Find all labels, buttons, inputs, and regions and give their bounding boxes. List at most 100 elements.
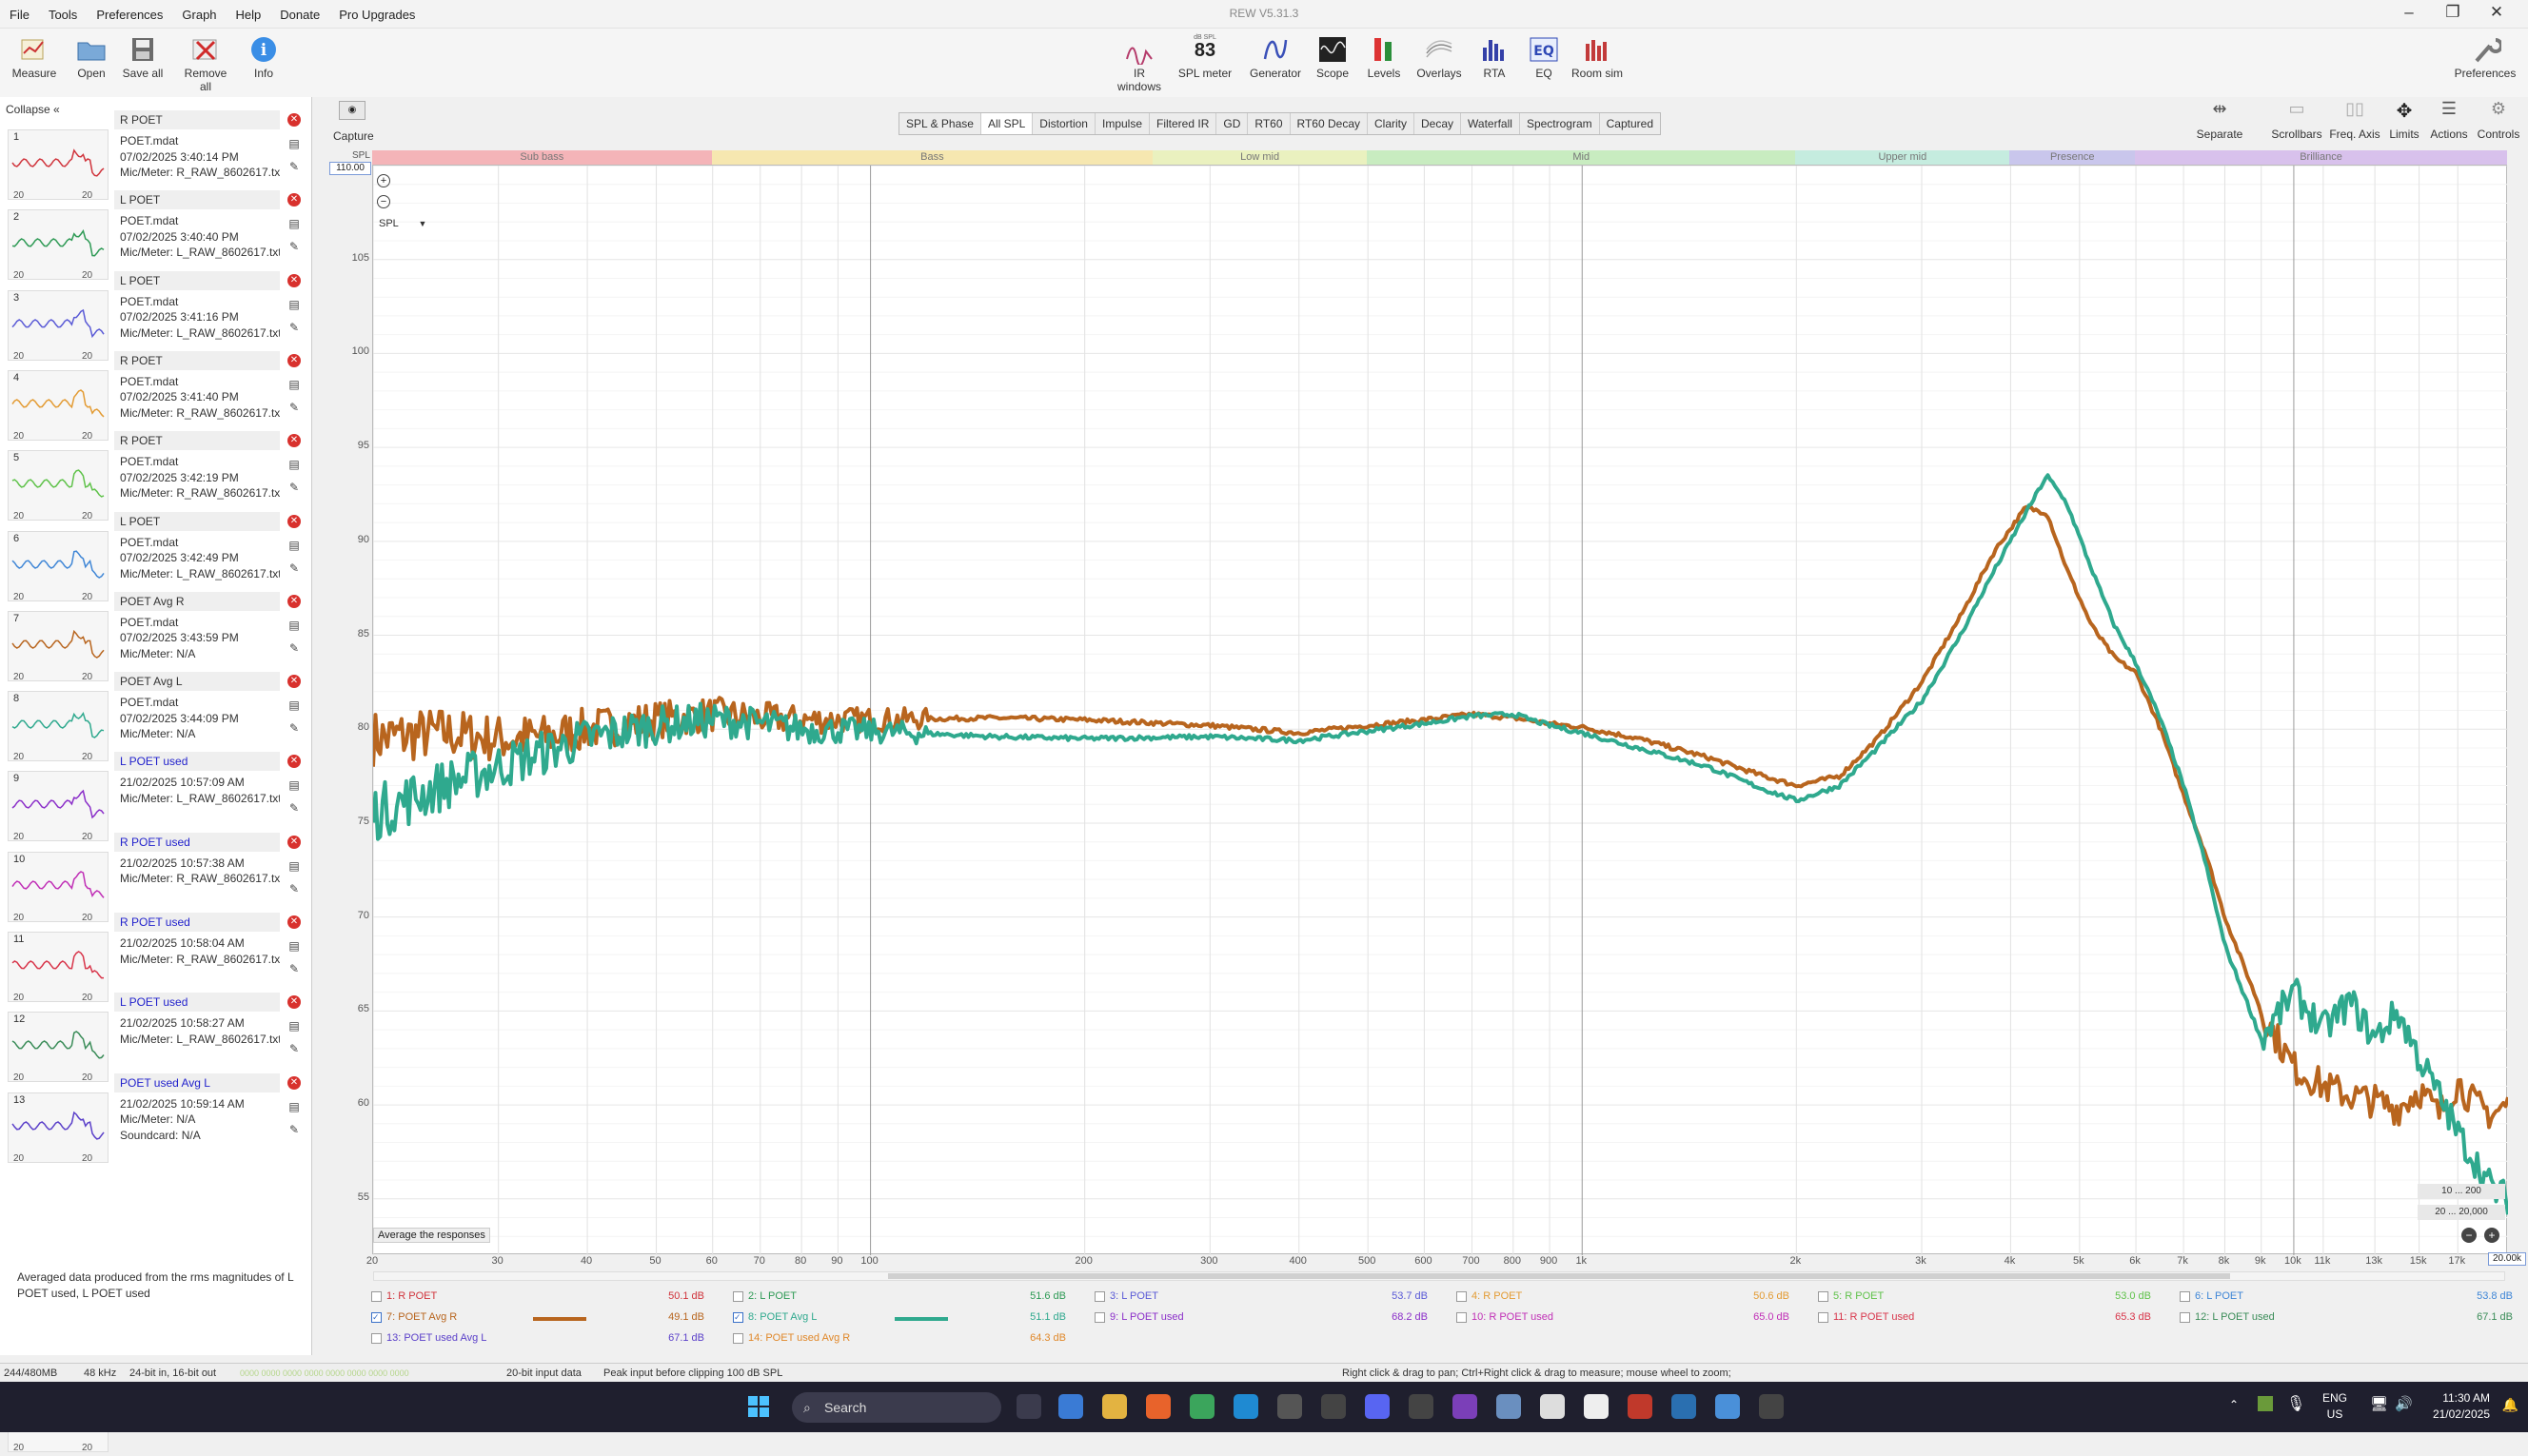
separate-button[interactable]: ⇹ Separate: [2195, 99, 2244, 141]
legend-checkbox[interactable]: [1456, 1291, 1467, 1302]
legend-checkbox[interactable]: [1818, 1291, 1828, 1302]
app-icon-3[interactable]: [1409, 1394, 1433, 1419]
tab-rt60[interactable]: RT60: [1248, 113, 1291, 134]
chart-icon[interactable]: ▤: [287, 698, 301, 712]
edit-icon[interactable]: ✎: [287, 801, 301, 815]
chrome-icon[interactable]: [1190, 1394, 1215, 1419]
remove-measurement-icon[interactable]: ✕: [287, 594, 301, 608]
open-button[interactable]: Open: [63, 34, 120, 80]
legend-label[interactable]: 5: R POET: [1833, 1290, 1884, 1302]
legend-label[interactable]: 12: L POET used: [2195, 1311, 2275, 1323]
measurement-name[interactable]: L POET: [114, 511, 280, 531]
measurement-row[interactable]: L POET ✕ 6 20 20 POET.mdat 07/02/2025 3:42:49 …: [0, 510, 312, 602]
average-responses-button[interactable]: Average the responses: [373, 1228, 490, 1243]
chart-icon[interactable]: ▤: [287, 217, 301, 230]
remove-measurement-icon[interactable]: ✕: [287, 514, 301, 528]
legend-checkbox[interactable]: [371, 1291, 382, 1302]
measurement-row[interactable]: POET Avg R ✕ 7 20 20 POET.mdat 07/02/2025 3:43…: [0, 590, 312, 682]
edit-icon[interactable]: ✎: [287, 160, 301, 173]
maximize-button[interactable]: ❐: [2431, 3, 2475, 22]
edit-icon[interactable]: ✎: [287, 1123, 301, 1136]
tab-captured[interactable]: Captured: [1600, 113, 1660, 134]
y-max-field[interactable]: 110.00: [329, 162, 371, 175]
info-button[interactable]: i Info: [235, 34, 292, 80]
legend-label[interactable]: 2: L POET: [748, 1290, 797, 1302]
eq-button[interactable]: EQ EQ: [1517, 34, 1570, 80]
legend-label[interactable]: 8: POET Avg L: [748, 1311, 817, 1323]
measurement-name[interactable]: POET Avg L: [114, 672, 280, 692]
discord-icon[interactable]: [1365, 1394, 1390, 1419]
legend-checkbox[interactable]: ✓: [371, 1312, 382, 1323]
taskbar-search[interactable]: ⌕ Search: [792, 1392, 1001, 1423]
measurement-row[interactable]: R POET ✕ 5 20 20 POET.mdat 07/02/2025 3:42:19 …: [0, 429, 312, 521]
close-window-button[interactable]: ✕: [2475, 3, 2518, 22]
edit-icon[interactable]: ✎: [287, 641, 301, 655]
scrollbars-button[interactable]: ▭ Scrollbars: [2267, 99, 2326, 141]
legend-checkbox[interactable]: [1818, 1312, 1828, 1323]
measurement-name[interactable]: POET Avg R: [114, 591, 280, 611]
measurement-name[interactable]: R POET used: [114, 832, 280, 852]
measurement-name[interactable]: L POET used: [114, 752, 280, 772]
chevron-up-icon[interactable]: ⌃: [2229, 1398, 2239, 1411]
firefox-icon[interactable]: [1146, 1394, 1171, 1419]
x-zoom-out-icon[interactable]: −: [2461, 1228, 2477, 1243]
measurement-row[interactable]: L POET used ✕ 12 20 20 21/02/2025 10:58:27 AM…: [0, 991, 312, 1083]
copilot-icon[interactable]: [1058, 1394, 1083, 1419]
chart-icon[interactable]: ▤: [287, 1019, 301, 1033]
range-10-200-button[interactable]: 10 ... 200: [2418, 1184, 2505, 1199]
tab-rt60-decay[interactable]: RT60 Decay: [1291, 113, 1368, 134]
remove-measurement-icon[interactable]: ✕: [287, 273, 301, 287]
remove-measurement-icon[interactable]: ✕: [287, 1075, 301, 1090]
legend-label[interactable]: 11: R POET used: [1833, 1311, 1914, 1323]
measurement-row[interactable]: POET used Avg L ✕ 13 20 20 21/02/2025 10:59:1…: [0, 1072, 312, 1164]
measurement-name[interactable]: L POET: [114, 190, 280, 210]
tab-waterfall[interactable]: Waterfall: [1461, 113, 1520, 134]
save-all-button[interactable]: Save all: [114, 34, 171, 80]
tab-impulse[interactable]: Impulse: [1096, 113, 1151, 134]
chart-icon[interactable]: ▤: [287, 939, 301, 953]
remove-all-button[interactable]: Remove all: [177, 34, 234, 93]
filezilla-icon[interactable]: [1628, 1394, 1652, 1419]
measurement-row[interactable]: R POET used ✕ 11 20 20 21/02/2025 10:58:04 AM…: [0, 911, 312, 1003]
minimize-button[interactable]: –: [2387, 3, 2431, 22]
clock[interactable]: 11:30 AM 21/02/2025: [2433, 1390, 2490, 1423]
legend-label[interactable]: 7: POET Avg R: [386, 1311, 457, 1323]
controls-button[interactable]: ⚙ Controls: [2475, 99, 2522, 141]
rta-button[interactable]: RTA: [1468, 34, 1521, 80]
edit-icon[interactable]: ✎: [287, 481, 301, 494]
file-explorer-icon[interactable]: [1102, 1394, 1127, 1419]
app-icon-4[interactable]: [1496, 1394, 1521, 1419]
legend-checkbox[interactable]: [733, 1333, 743, 1344]
app-icon-6[interactable]: [1759, 1394, 1784, 1419]
edit-icon[interactable]: ✎: [287, 721, 301, 735]
chart-icon[interactable]: ▤: [287, 458, 301, 471]
legend-label[interactable]: 13: POET used Avg L: [386, 1332, 486, 1344]
generator-button[interactable]: Generator: [1247, 34, 1304, 80]
tab-filtered-ir[interactable]: Filtered IR: [1150, 113, 1217, 134]
x-zoom-in-icon[interactable]: +: [2484, 1228, 2499, 1243]
measurement-row[interactable]: R POET ✕ 4 20 20 POET.mdat 07/02/2025 3:41:40 …: [0, 349, 312, 442]
legend-checkbox[interactable]: [733, 1291, 743, 1302]
tab-all-spl[interactable]: All SPL: [980, 113, 1034, 134]
legend-label[interactable]: 14: POET used Avg R: [748, 1332, 850, 1344]
edit-icon[interactable]: ✎: [287, 561, 301, 575]
tab-gd[interactable]: GD: [1216, 113, 1249, 134]
app-icon-2[interactable]: [1321, 1394, 1346, 1419]
measurement-row[interactable]: R POET ✕ 1 20 20 POET.mdat 07/02/2025 3:40:14 …: [0, 108, 312, 201]
chart-icon[interactable]: ▤: [287, 1100, 301, 1113]
edit-icon[interactable]: ✎: [287, 321, 301, 334]
microphone-icon[interactable]: 🎙: [2286, 1394, 2305, 1413]
measurement-name[interactable]: R POET: [114, 110, 280, 129]
task-view-icon[interactable]: [1017, 1394, 1041, 1419]
measurement-row[interactable]: L POET ✕ 2 20 20 POET.mdat 07/02/2025 3:40:40 …: [0, 188, 312, 281]
network-icon[interactable]: 🖥: [2370, 1395, 2388, 1412]
scrollbar-thumb[interactable]: [888, 1273, 2230, 1279]
measurement-name[interactable]: POET used Avg L: [114, 1072, 280, 1092]
preferences-button[interactable]: Preferences: [2452, 34, 2518, 80]
legend-checkbox[interactable]: [1095, 1291, 1105, 1302]
app-icon-1[interactable]: [1277, 1394, 1302, 1419]
range-20-20000-button[interactable]: 20 ... 20,000: [2418, 1205, 2505, 1220]
remove-measurement-icon[interactable]: ✕: [287, 193, 301, 207]
onenote-icon[interactable]: [1452, 1394, 1477, 1419]
remove-measurement-icon[interactable]: ✕: [287, 113, 301, 127]
